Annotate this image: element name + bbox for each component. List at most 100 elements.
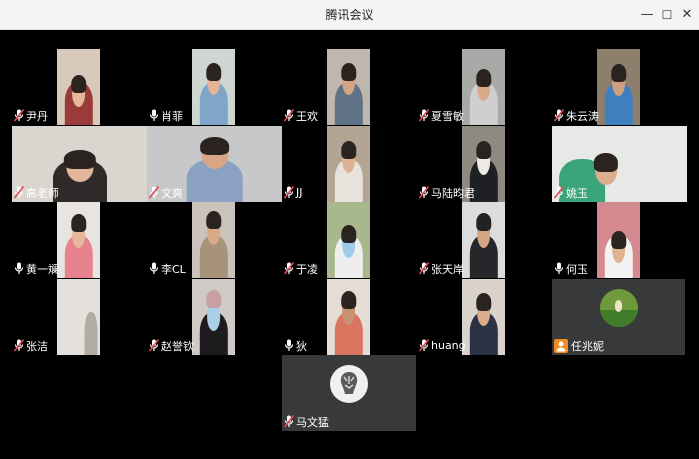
participant-video: [192, 49, 235, 125]
participant-name: 黄一斓: [26, 262, 59, 276]
participant-label: 高老师: [12, 184, 59, 201]
mic-muted-icon: [554, 109, 564, 122]
participant-tile-video-off[interactable]: 马文猛: [282, 355, 416, 431]
participant-label: 黄一斓: [12, 260, 59, 277]
mic-muted-icon: [149, 186, 159, 199]
participant-tile[interactable]: 王欢: [282, 49, 417, 125]
mic-muted-icon: [419, 262, 429, 275]
mic-muted-icon: [419, 109, 429, 122]
mic-icon: [14, 262, 24, 275]
participant-name: 于凌: [296, 262, 318, 276]
participant-tile[interactable]: 黄一斓: [12, 202, 147, 278]
participant-video: [57, 49, 100, 125]
mic-muted-icon: [554, 186, 564, 199]
participant-label: 张天岸: [417, 260, 464, 277]
participant-tile[interactable]: 赵誉钦: [147, 279, 282, 355]
participant-name: 何玉: [566, 262, 588, 276]
user-icon: [554, 338, 568, 353]
avatar: [330, 365, 368, 403]
mic-muted-icon: [14, 109, 24, 122]
participant-tile[interactable]: 狄: [282, 279, 417, 355]
participant-name: 马文猛: [296, 415, 329, 429]
mic-muted-icon: [284, 186, 294, 199]
participant-tile-video-off[interactable]: 任兆妮: [552, 279, 685, 355]
mic-muted-icon: [149, 339, 159, 352]
participant-tile[interactable]: 尹丹: [12, 49, 147, 125]
avatar: [599, 289, 638, 327]
mic-icon: [554, 262, 564, 275]
participant-label: 赵誉钦: [147, 337, 194, 354]
participant-label: 尹丹: [12, 107, 48, 124]
participant-tile[interactable]: JJ: [282, 126, 417, 202]
mic-muted-icon: [419, 186, 429, 199]
participant-tile[interactable]: 张洁: [12, 279, 147, 355]
mic-icon: [149, 109, 159, 122]
participant-tile[interactable]: 张天岸: [417, 202, 552, 278]
participant-video: [597, 49, 640, 125]
participant-name: 朱云涛: [566, 109, 599, 123]
mic-icon: [284, 339, 294, 352]
participant-name: 文爽: [161, 186, 183, 200]
participant-tile[interactable]: 夏雪敏: [417, 49, 552, 125]
participant-video: [597, 202, 640, 278]
participant-video: [327, 202, 370, 278]
participant-video: [462, 279, 505, 355]
participant-name: 夏雪敏: [431, 109, 464, 123]
participant-label: 任兆妮: [552, 337, 604, 354]
participant-tile[interactable]: 肖菲: [147, 49, 282, 125]
participant-name: 王欢: [296, 109, 318, 123]
participant-video: [327, 126, 370, 202]
participant-label: 夏雪敏: [417, 107, 464, 124]
participant-video: [57, 202, 100, 278]
participant-name: 任兆妮: [571, 339, 604, 353]
participant-name: 马陆昀君: [431, 186, 475, 200]
participant-label: 马文猛: [282, 413, 329, 430]
title-bar: 腾讯会议 — ☐ ✕: [0, 0, 699, 30]
participant-label: 张洁: [12, 337, 48, 354]
participant-label: 于凌: [282, 260, 318, 277]
participant-tile[interactable]: 朱云涛: [552, 49, 687, 125]
participant-label: 何玉: [552, 260, 588, 277]
participant-label: 文爽: [147, 184, 183, 201]
participant-tile[interactable]: 何玉: [552, 202, 687, 278]
participant-label: 姚玉: [552, 184, 588, 201]
participant-label: JJ: [282, 184, 303, 201]
participant-name: 尹丹: [26, 109, 48, 123]
participant-label: 李CL: [147, 260, 186, 277]
mic-icon: [149, 262, 159, 275]
participant-label: 朱云涛: [552, 107, 599, 124]
participant-video: [327, 49, 370, 125]
participant-name: JJ: [296, 186, 303, 199]
participant-video: [192, 202, 235, 278]
participant-tile[interactable]: 李CL: [147, 202, 282, 278]
participant-video: [462, 49, 505, 125]
mic-muted-icon: [284, 109, 294, 122]
close-button[interactable]: ✕: [673, 0, 699, 30]
participant-tile[interactable]: 文爽: [147, 126, 282, 202]
participant-label: 肖菲: [147, 107, 183, 124]
participant-name: 高老师: [26, 186, 59, 200]
mic-muted-icon: [14, 339, 24, 352]
participant-label: 王欢: [282, 107, 318, 124]
participant-name: huang: [431, 339, 466, 352]
mic-muted-icon: [419, 339, 429, 352]
participant-name: 赵誉钦: [161, 339, 194, 353]
participant-tile[interactable]: 姚玉: [552, 126, 687, 202]
participant-label: huang: [417, 337, 466, 354]
participant-tile[interactable]: 马陆昀君: [417, 126, 552, 202]
participant-name: 张天岸: [431, 262, 464, 276]
participant-video: [192, 279, 235, 355]
participant-video: [462, 202, 505, 278]
participant-tile[interactable]: huang: [417, 279, 552, 355]
video-gallery: 尹丹 肖菲 王欢 夏雪敏 朱云涛 高老师 文爽 JJ 马陆昀君 姚玉 黄一斓 李…: [0, 30, 699, 459]
participant-name: 肖菲: [161, 109, 183, 123]
participant-tile[interactable]: 于凌: [282, 202, 417, 278]
participant-video: [57, 279, 100, 355]
participant-name: 李CL: [161, 262, 186, 276]
mic-muted-icon: [284, 262, 294, 275]
mic-muted-icon: [14, 186, 24, 199]
window-title: 腾讯会议: [325, 8, 374, 22]
participant-tile[interactable]: 高老师: [12, 126, 147, 202]
participant-name: 狄: [296, 339, 307, 353]
participant-name: 张洁: [26, 339, 48, 353]
